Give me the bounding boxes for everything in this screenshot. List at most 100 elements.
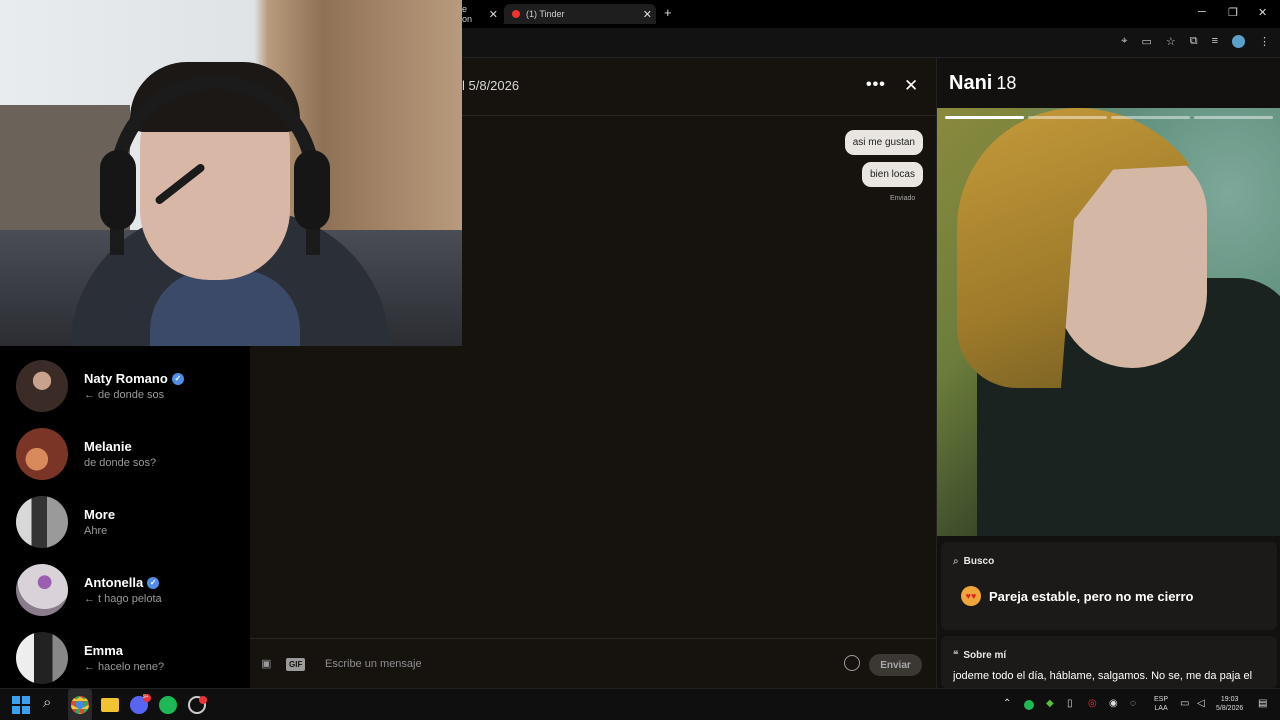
heart-eyes-emoji-icon: ♥♥ [961, 586, 981, 606]
discord-icon[interactable]: 9+ [130, 694, 151, 714]
language-indicator[interactable]: ESP LAA [1154, 695, 1168, 713]
taskbar: ⌕ 9+ ⌃ ◆ ▯ ◎ ◉ ◌ ESP LAA ▭ ◁ 19:03 5/8/2… [0, 688, 1280, 720]
about-me-label: ❝ Sobre mí [953, 650, 1007, 661]
avatar [16, 496, 68, 548]
spotify-tray-icon[interactable] [1024, 700, 1034, 710]
profile-name: Nani 18 [949, 72, 1017, 94]
webcam-overlay [0, 0, 462, 346]
address-bar[interactable]: ⌖ ▭ ☆ ⧉ ≡ ⋮ [462, 28, 1280, 58]
usb-icon[interactable]: ▯ [1067, 698, 1073, 709]
match-item[interactable]: More Ahre [16, 496, 115, 548]
match-item[interactable]: Melanie de donde sos? [16, 428, 156, 480]
bookmark-star-icon[interactable]: ☆ [1166, 35, 1176, 48]
message-input[interactable]: Escribe un mensaje [325, 658, 422, 670]
match-last-message: ← hacelo nene? [84, 661, 165, 673]
looking-for-value: Pareja estable, pero no me cierro [989, 589, 1194, 604]
looking-for-label: ⌕ Busco [953, 556, 995, 567]
match-name: Antonella ✓ [84, 575, 162, 590]
match-last-message: Ahre [84, 525, 108, 537]
match-name: Melanie [84, 439, 132, 454]
match-name: More [84, 507, 116, 522]
profile-panel: Nani 18 ⌕ Busco ♥♥ Pareja estable, pero no… [936, 58, 1280, 688]
match-name: Emma [84, 643, 124, 658]
discord-tray-icon[interactable]: ◉ [1109, 698, 1118, 709]
photo-indicator[interactable] [1111, 116, 1190, 119]
match-date: l 5/8/2026 [462, 78, 520, 93]
search-icon[interactable]: ⌕ [43, 694, 61, 712]
match-item[interactable]: Emma ← hacelo nene? [16, 632, 164, 684]
maximize-button[interactable]: ❐ [1228, 6, 1238, 19]
notification-badge: 9+ [143, 694, 151, 702]
more-options-icon[interactable]: ••• [866, 76, 886, 94]
send-button[interactable]: Enviar [869, 654, 922, 676]
looking-for-card: ⌕ Busco ♥♥ Pareja estable, pero no me cie… [941, 542, 1277, 630]
message-composer: ▣ GIF Escribe un mensaje Enviar [250, 638, 936, 688]
message-bubble: bien locas [861, 162, 923, 187]
sticker-icon[interactable]: ▣ [261, 657, 271, 670]
quote-icon: ❝ [953, 650, 959, 661]
avatar [16, 360, 68, 412]
windows-start-icon[interactable] [12, 696, 30, 714]
notifications-icon[interactable]: ▤ [1258, 698, 1267, 709]
headset-cup [294, 150, 330, 230]
close-tab-icon[interactable]: ✕ [489, 8, 498, 21]
profile-age: 18 [996, 73, 1017, 93]
network-icon[interactable]: ▭ [1180, 698, 1189, 709]
message-bubble: asi me gustan [844, 130, 923, 155]
volume-icon[interactable]: ◁ [1197, 698, 1205, 709]
headset-cup [100, 150, 136, 230]
clock[interactable]: 19:03 5/8/2026 [1216, 695, 1243, 713]
match-item[interactable]: Naty Romano ✓ ← de donde sos [16, 360, 184, 412]
match-last-message: de donde sos? [84, 457, 157, 469]
verified-badge-icon: ✓ [171, 372, 184, 385]
about-me-card: ❝ Sobre mí jodeme todo el día, háblame, s… [941, 636, 1277, 688]
about-me-text: jodeme todo el día, háblame, salgamos. N… [953, 670, 1253, 682]
minimize-button[interactable]: ─ [1198, 6, 1206, 18]
close-tab-icon[interactable]: ✕ [643, 8, 652, 21]
avatar [16, 428, 68, 480]
screen: e on ✕ (1) Tinder ✕ + ─ ❐ ✕ ⌖ ▭ ☆ ⧉ ≡ ⋮ … [0, 0, 1280, 720]
browser-tab-tinder[interactable]: (1) Tinder ✕ [504, 4, 656, 24]
spotify-icon[interactable] [159, 696, 177, 714]
close-chat-icon[interactable]: ✕ [904, 76, 918, 96]
menu-kebab-icon[interactable]: ⋮ [1259, 35, 1270, 48]
cast-icon[interactable]: ▭ [1141, 35, 1151, 48]
chrome-icon[interactable] [71, 696, 89, 714]
extensions-icon[interactable]: ⧉ [1190, 35, 1198, 48]
tray-app-icon[interactable]: ◆ [1046, 698, 1054, 709]
tab-title: (1) Tinder [526, 9, 565, 19]
match-name: Naty Romano ✓ [84, 371, 184, 386]
tray-app-icon[interactable]: ◎ [1088, 698, 1097, 709]
browser-tab-1[interactable]: e on ✕ [462, 4, 502, 24]
photo-indicator[interactable] [1194, 116, 1273, 119]
message-status: Enviado [890, 195, 916, 202]
gif-button[interactable]: GIF [286, 658, 306, 671]
new-tab-button[interactable]: + [664, 5, 672, 20]
photo-indicator[interactable] [1028, 116, 1107, 119]
verified-badge-icon: ✓ [147, 576, 160, 589]
location-icon[interactable]: ⌖ [1121, 35, 1127, 48]
chevron-up-icon[interactable]: ⌃ [1003, 698, 1011, 709]
tinder-favicon-icon [512, 10, 520, 18]
match-last-message: ← t hago pelota [84, 593, 162, 605]
match-item[interactable]: Antonella ✓ ← t hago pelota [16, 564, 162, 616]
media-icon[interactable]: ≡ [1212, 35, 1218, 48]
avatar [16, 564, 68, 616]
address-bar-icons: ⌖ ▭ ☆ ⧉ ≡ ⋮ [1121, 35, 1270, 48]
photo-progress-bars [945, 116, 1273, 119]
profile-photo[interactable] [937, 108, 1280, 536]
app-icon[interactable] [188, 696, 207, 714]
matches-list: Naty Romano ✓ ← de donde sos Melanie de d… [0, 346, 250, 688]
emoji-icon[interactable] [844, 655, 860, 671]
tab-title: e on [462, 4, 473, 24]
photo-indicator[interactable] [945, 116, 1024, 119]
match-last-message: ← de donde sos [84, 389, 165, 401]
profile-avatar-icon[interactable] [1232, 35, 1245, 48]
chat-header [462, 58, 936, 116]
notification-badge [199, 696, 207, 704]
search-icon: ⌕ [953, 556, 959, 567]
avatar [16, 632, 68, 684]
window-close-button[interactable]: ✕ [1258, 6, 1267, 19]
tray-app-icon[interactable]: ◌ [1130, 698, 1136, 709]
file-explorer-icon[interactable] [101, 698, 119, 712]
